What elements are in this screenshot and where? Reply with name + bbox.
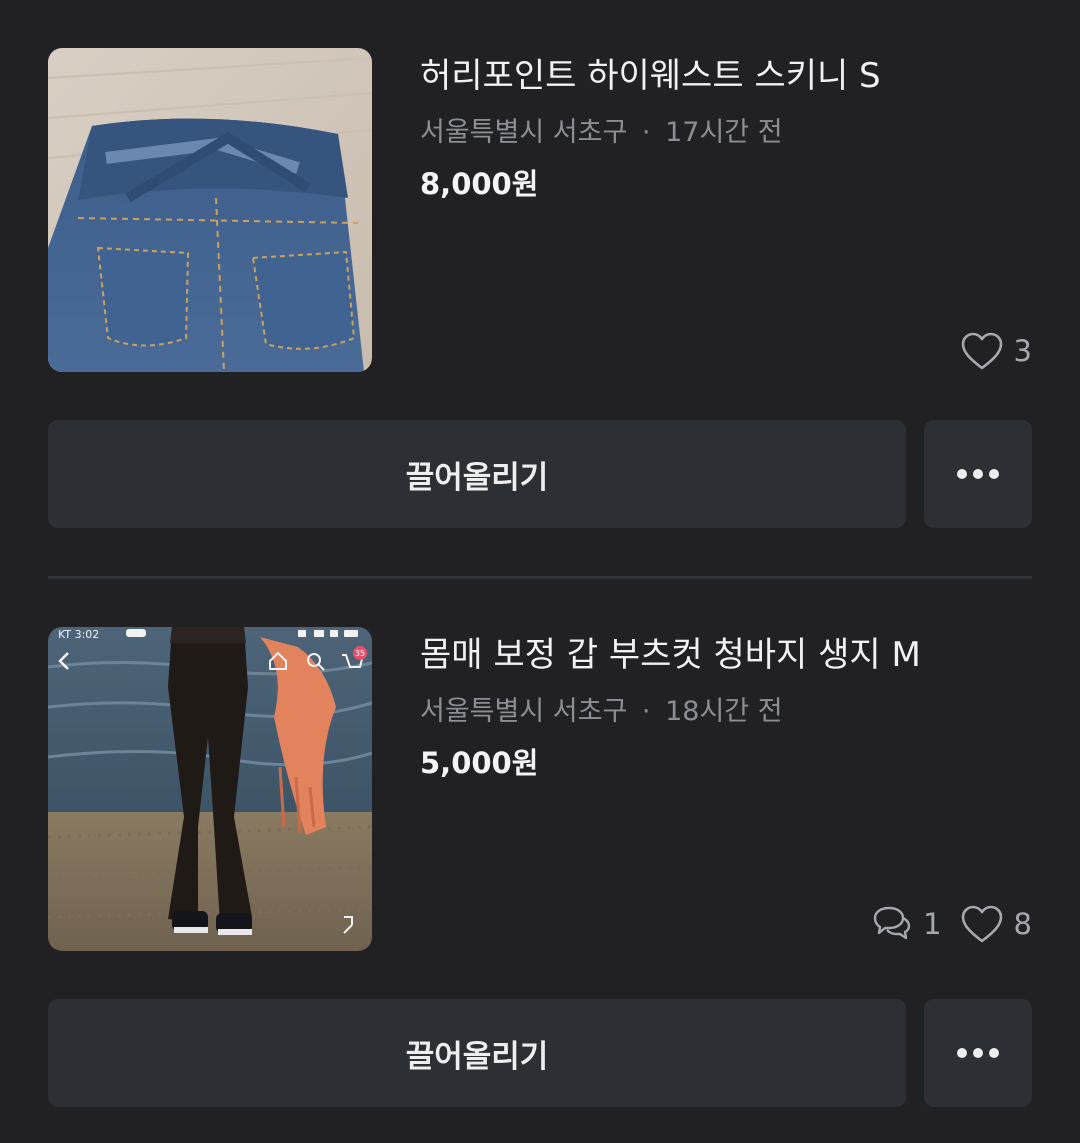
chat-bubble-icon [873,906,911,940]
bump-button[interactable]: 끌어올리기 [48,420,906,528]
time-text: 18시간 전 [665,696,783,727]
more-options-button[interactable] [924,999,1032,1107]
location-text: 서울특별시 서초구 [420,117,628,148]
list-item[interactable]: 허리포인트 하이웨스트 스키니 S 서울특별시 서초구 · 17시간 전 8,0… [0,0,1080,580]
like-count: 8 [1013,907,1032,941]
chat-count-group: 1 [869,902,942,946]
product-thumbnail[interactable]: KT 3:02 35 [48,627,372,951]
product-meta: 서울특별시 서초구 · 18시간 전 [420,693,783,731]
my-sales-list: 허리포인트 하이웨스트 스키니 S 서울특별시 서초구 · 17시간 전 8,0… [0,0,1080,1143]
heart-outline-icon [961,332,1002,370]
product-price: 5,000원 [420,746,539,780]
more-horizontal-icon [957,469,999,479]
photo-cart-badge: 35 [355,649,365,658]
like-count-group: 3 [960,329,1032,373]
separator: · [641,696,651,727]
chat-count: 1 [923,907,942,941]
like-count: 3 [1013,334,1032,368]
denim-jeans-back-photo [48,48,372,372]
product-meta: 서울특별시 서초구 · 17시간 전 [420,114,783,152]
item-counts: 1 8 [869,902,1032,946]
product-thumbnail[interactable] [48,48,372,372]
list-item[interactable]: KT 3:02 35 몸매 보정 갑 부츠컷 청바지 생지 M 서울특별시 서초… [0,579,1080,1143]
more-horizontal-icon [957,1048,999,1058]
heart-outline-icon [961,905,1002,943]
product-price: 8,000원 [420,167,539,201]
more-options-button[interactable] [924,420,1032,528]
separator: · [641,117,651,148]
photo-status-time: KT 3:02 [58,628,99,641]
item-counts: 3 [960,329,1032,373]
product-title[interactable]: 허리포인트 하이웨스트 스키니 S [420,54,881,98]
location-text: 서울특별시 서초구 [420,696,628,727]
like-count-group: 8 [960,902,1032,946]
bootcut-jeans-beach-photo: KT 3:02 35 [48,627,372,951]
product-title[interactable]: 몸매 보정 갑 부츠컷 청바지 생지 M [420,633,921,677]
bump-button[interactable]: 끌어올리기 [48,999,906,1107]
time-text: 17시간 전 [665,117,783,148]
